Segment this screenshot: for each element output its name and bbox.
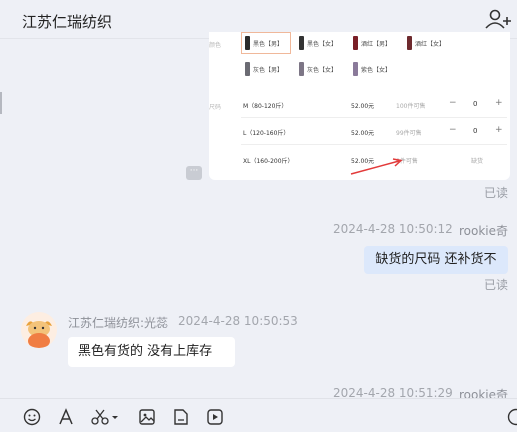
size-label: 尺码 [209, 102, 221, 111]
pants-icon [245, 36, 250, 50]
pants-icon [407, 36, 412, 50]
video-icon[interactable] [206, 408, 224, 426]
more-options-button[interactable]: ··· [186, 166, 202, 180]
sender-name: rookie奇 [459, 222, 508, 239]
screenshot-icon[interactable] [91, 408, 119, 426]
font-icon[interactable] [57, 408, 75, 426]
emoji-icon[interactable] [23, 408, 41, 426]
add-member-icon[interactable] [481, 8, 513, 30]
pants-icon [299, 36, 304, 50]
size-row: L（120-160斤） 52.00元 99件可售 − 0 + [241, 118, 507, 145]
color-option[interactable]: 酒红【女】 [403, 32, 453, 54]
read-status: 已读 [484, 184, 508, 201]
color-option[interactable]: 紫色【女】 [349, 58, 399, 80]
quantity-value[interactable]: 0 [473, 100, 477, 108]
color-row-2: 灰色【男】 灰色【女】 紫色【女】 [241, 58, 399, 80]
decrement-button[interactable]: − [449, 98, 457, 108]
color-option[interactable]: 酒红【男】 [349, 32, 399, 54]
sender-name: 江苏仁瑞纺织:光蕊 [68, 314, 168, 331]
increment-button[interactable]: + [495, 125, 503, 135]
decrement-button[interactable]: − [449, 125, 457, 135]
out-of-stock-label: 缺货 [471, 156, 483, 165]
input-toolbar [0, 398, 517, 432]
message-bubble-incoming[interactable]: 黑色有货的 没有上库存 [68, 337, 235, 367]
pants-icon [245, 62, 250, 76]
increment-button[interactable]: + [495, 98, 503, 108]
cartoon-avatar-icon [21, 312, 57, 348]
read-status: 已读 [484, 276, 508, 293]
chat-title: 江苏仁瑞纺织 [22, 11, 112, 32]
color-option[interactable]: 灰色【男】 [241, 58, 291, 80]
color-option[interactable]: 黑色【男】 [241, 32, 291, 54]
pants-icon [353, 62, 358, 76]
avatar[interactable] [21, 312, 57, 348]
product-sku-card[interactable]: 颜色 黑色【男】 黑色【女】 酒红【男】 酒红【女】 灰色【男】 灰色【女】 [209, 32, 510, 180]
color-option[interactable]: 黑色【女】 [295, 32, 345, 54]
pants-icon [353, 36, 358, 50]
pants-icon [299, 62, 304, 76]
image-icon[interactable] [138, 408, 156, 426]
size-row: M（80-120斤） 52.00元 100件可售 − 0 + [241, 91, 507, 118]
quantity-value[interactable]: 0 [473, 127, 477, 135]
resize-handle[interactable] [0, 92, 2, 114]
history-icon[interactable] [507, 408, 517, 426]
message-timestamp: 2024-4-28 10:50:53 [178, 314, 298, 328]
message-bubble-outgoing[interactable]: 缺货的尺码 还补货不 [364, 246, 508, 274]
annotation-arrow-icon [349, 156, 409, 176]
file-icon[interactable] [172, 408, 190, 426]
color-option[interactable]: 灰色【女】 [295, 58, 345, 80]
color-row-1: 黑色【男】 黑色【女】 酒红【男】 酒红【女】 [241, 32, 453, 54]
color-label: 颜色 [209, 40, 221, 49]
message-timestamp: 2024-4-28 10:50:12 [333, 222, 453, 236]
